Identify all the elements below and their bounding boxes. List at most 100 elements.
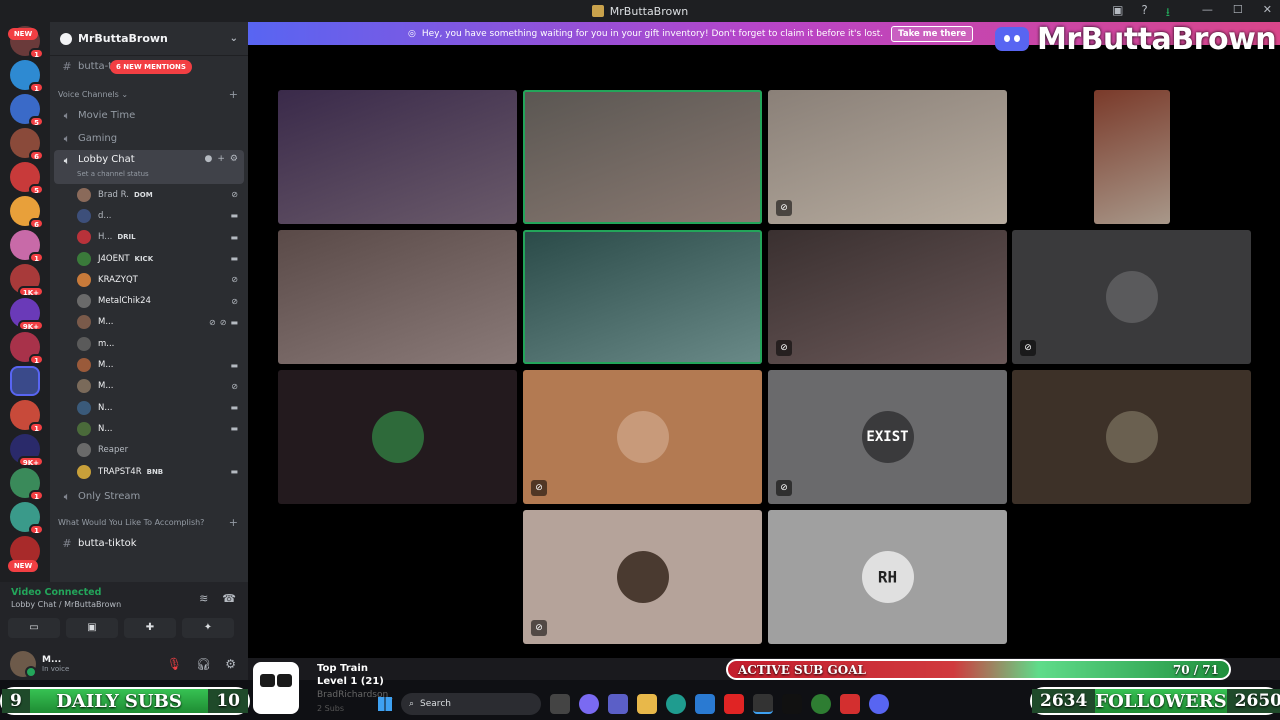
voice-user[interactable]: M... ▬ [50,354,248,375]
channel-movie-time[interactable]: 🔈︎ Movie Time [50,104,248,127]
maximize-icon[interactable]: ☐ [1233,3,1243,16]
obs-icon[interactable] [753,694,773,714]
video-tile[interactable]: ⊘ [1012,230,1251,364]
video-tile[interactable]: ⊘ [523,510,762,644]
category-voice-channels[interactable]: Voice Channels ⌄ + [50,84,248,104]
speaker-icon: 🔈︎ [63,108,71,122]
server-icon[interactable]: 5 [10,94,44,127]
video-tile[interactable]: RH [768,510,1007,644]
soundboard-button[interactable]: ✦ [182,618,234,638]
voice-user[interactable]: Brad R. DOM ⊘ [50,184,248,205]
mention-badge: 9K+ [17,456,44,467]
video-tile[interactable]: ⊘ [523,370,762,504]
voice-user[interactable]: N... ▬ [50,397,248,418]
gear-icon[interactable]: ⚙ [225,657,236,671]
store-icon[interactable] [695,694,715,714]
server-icon[interactable]: 1K+ [10,264,44,297]
tiktok-icon[interactable] [782,694,802,714]
category-accomplish[interactable]: What Would You Like To Accomplish? + [50,512,248,532]
invite-icon[interactable]: + [217,154,225,164]
server-icon[interactable]: 1 [10,332,44,365]
mic-muted-icon: ⊘ [776,200,792,216]
voice-user[interactable]: M... ⊘ [50,376,248,397]
video-tile[interactable] [278,370,517,504]
channel-lobby-chat[interactable]: 🔈︎ Lobby Chat Set a channel status ● + ⚙ [54,150,244,184]
mic-muted-icon[interactable]: 🎙︎ [167,657,182,671]
chrome-icon[interactable] [811,694,831,714]
taskbar-search[interactable]: ⌕ Search [401,693,541,715]
camera-icon: ▬ [230,211,238,221]
mic-muted-icon: ⊘ [776,340,792,356]
channel-butta-tiktok[interactable]: # butta-tiktok [50,532,248,555]
new-servers-pill[interactable]: NEW [8,560,38,572]
voice-user[interactable]: m... [50,333,248,354]
video-tile[interactable] [278,90,517,224]
voice-state-icons: ▬ [230,467,238,476]
disconnect-icon[interactable]: ☎ [222,592,236,605]
server-icon[interactable]: 1 [10,502,44,535]
server-icon[interactable]: 1 [10,468,44,501]
chat-icon[interactable]: ● [205,154,213,164]
gear-icon[interactable]: ⚙ [230,154,238,164]
opera-icon[interactable] [840,694,860,714]
voice-user[interactable]: Reaper [50,440,248,461]
windows-start-icon[interactable] [378,697,392,711]
voice-user[interactable]: H... DRIL ▬ [50,227,248,248]
video-tile[interactable] [278,230,517,364]
activity-button[interactable]: ✚ [124,618,176,638]
add-channel-icon[interactable]: + [229,88,238,101]
channel-gaming[interactable]: 🔈︎ Gaming [50,127,248,150]
video-tile[interactable] [523,90,762,224]
server-icon[interactable]: 5 [10,162,44,195]
noise-suppression-icon[interactable]: ≋ [199,592,208,605]
file-explorer-icon[interactable] [637,694,657,714]
video-tile[interactable]: EXIST ⊘ [768,370,1007,504]
camera-off-button[interactable]: ▭ [8,618,60,638]
server-icon[interactable]: 9K+ [10,434,44,467]
server-icon[interactable]: 1 [10,400,44,433]
voice-user[interactable]: d... ▬ [50,205,248,226]
server-icon[interactable] [10,366,40,396]
server-icon[interactable]: 1 [10,60,44,93]
voice-user[interactable]: M... ⊘ ⊘ ▬ [50,312,248,333]
voice-user[interactable]: MetalChik24 ⊘ [50,290,248,311]
task-view-icon[interactable] [550,694,570,714]
new-servers-pill[interactable]: NEW [8,28,38,40]
voice-user[interactable]: J4OENT KICK ▬ [50,248,248,269]
copilot-icon[interactable] [579,694,599,714]
voice-user[interactable]: KRAZYQT ⊘ [50,269,248,290]
edge-icon[interactable] [666,694,686,714]
server-icon[interactable]: 1 [10,230,44,263]
video-tile[interactable]: ⊘ [768,90,1007,224]
new-mentions-pill[interactable]: 6 NEW MENTIONS [110,60,192,74]
discord-taskbar-icon[interactable] [869,694,889,714]
camera-icon: ▬ [230,424,238,434]
video-tile[interactable] [1012,370,1251,504]
close-icon[interactable]: ✕ [1263,3,1272,16]
channel-status[interactable]: Set a channel status [77,170,149,178]
screen-share-button[interactable]: ▣ [66,618,118,638]
avatar[interactable] [10,651,37,678]
hash-icon: # [62,59,72,73]
followers-current: 2634 [1032,689,1096,713]
add-channel-icon[interactable]: + [229,516,238,529]
teams-icon[interactable] [608,694,628,714]
server-header[interactable]: MrButtaBrown ⌄ [50,22,248,56]
youtube-icon[interactable] [724,694,744,714]
voice-actions: ≋ ☎ [199,592,236,605]
minimize-icon[interactable]: — [1202,3,1213,16]
take-me-there-button[interactable]: Take me there [891,25,974,42]
voice-user[interactable]: TRAPST4R BNB ▬ [50,461,248,482]
avatar [77,464,91,479]
video-tile[interactable] [523,230,762,364]
voice-user[interactable]: N... ▬ [50,418,248,439]
video-tile[interactable]: ⊘ [768,230,1007,364]
server-icon[interactable]: 9K+ [10,298,44,331]
headphones-icon[interactable]: 🎧︎ [196,657,211,671]
video-tile[interactable] [1094,90,1170,224]
server-icon[interactable]: 6 [10,196,44,229]
channel-only-stream[interactable]: 🔈︎ Only Stream [50,485,248,508]
server-icon[interactable]: 6 [10,128,44,161]
channel-butta-tiktok-top[interactable]: # butta-tiktok 6 NEW MENTIONS [50,56,248,76]
brand-text: MrButtaBrown [1037,21,1277,57]
